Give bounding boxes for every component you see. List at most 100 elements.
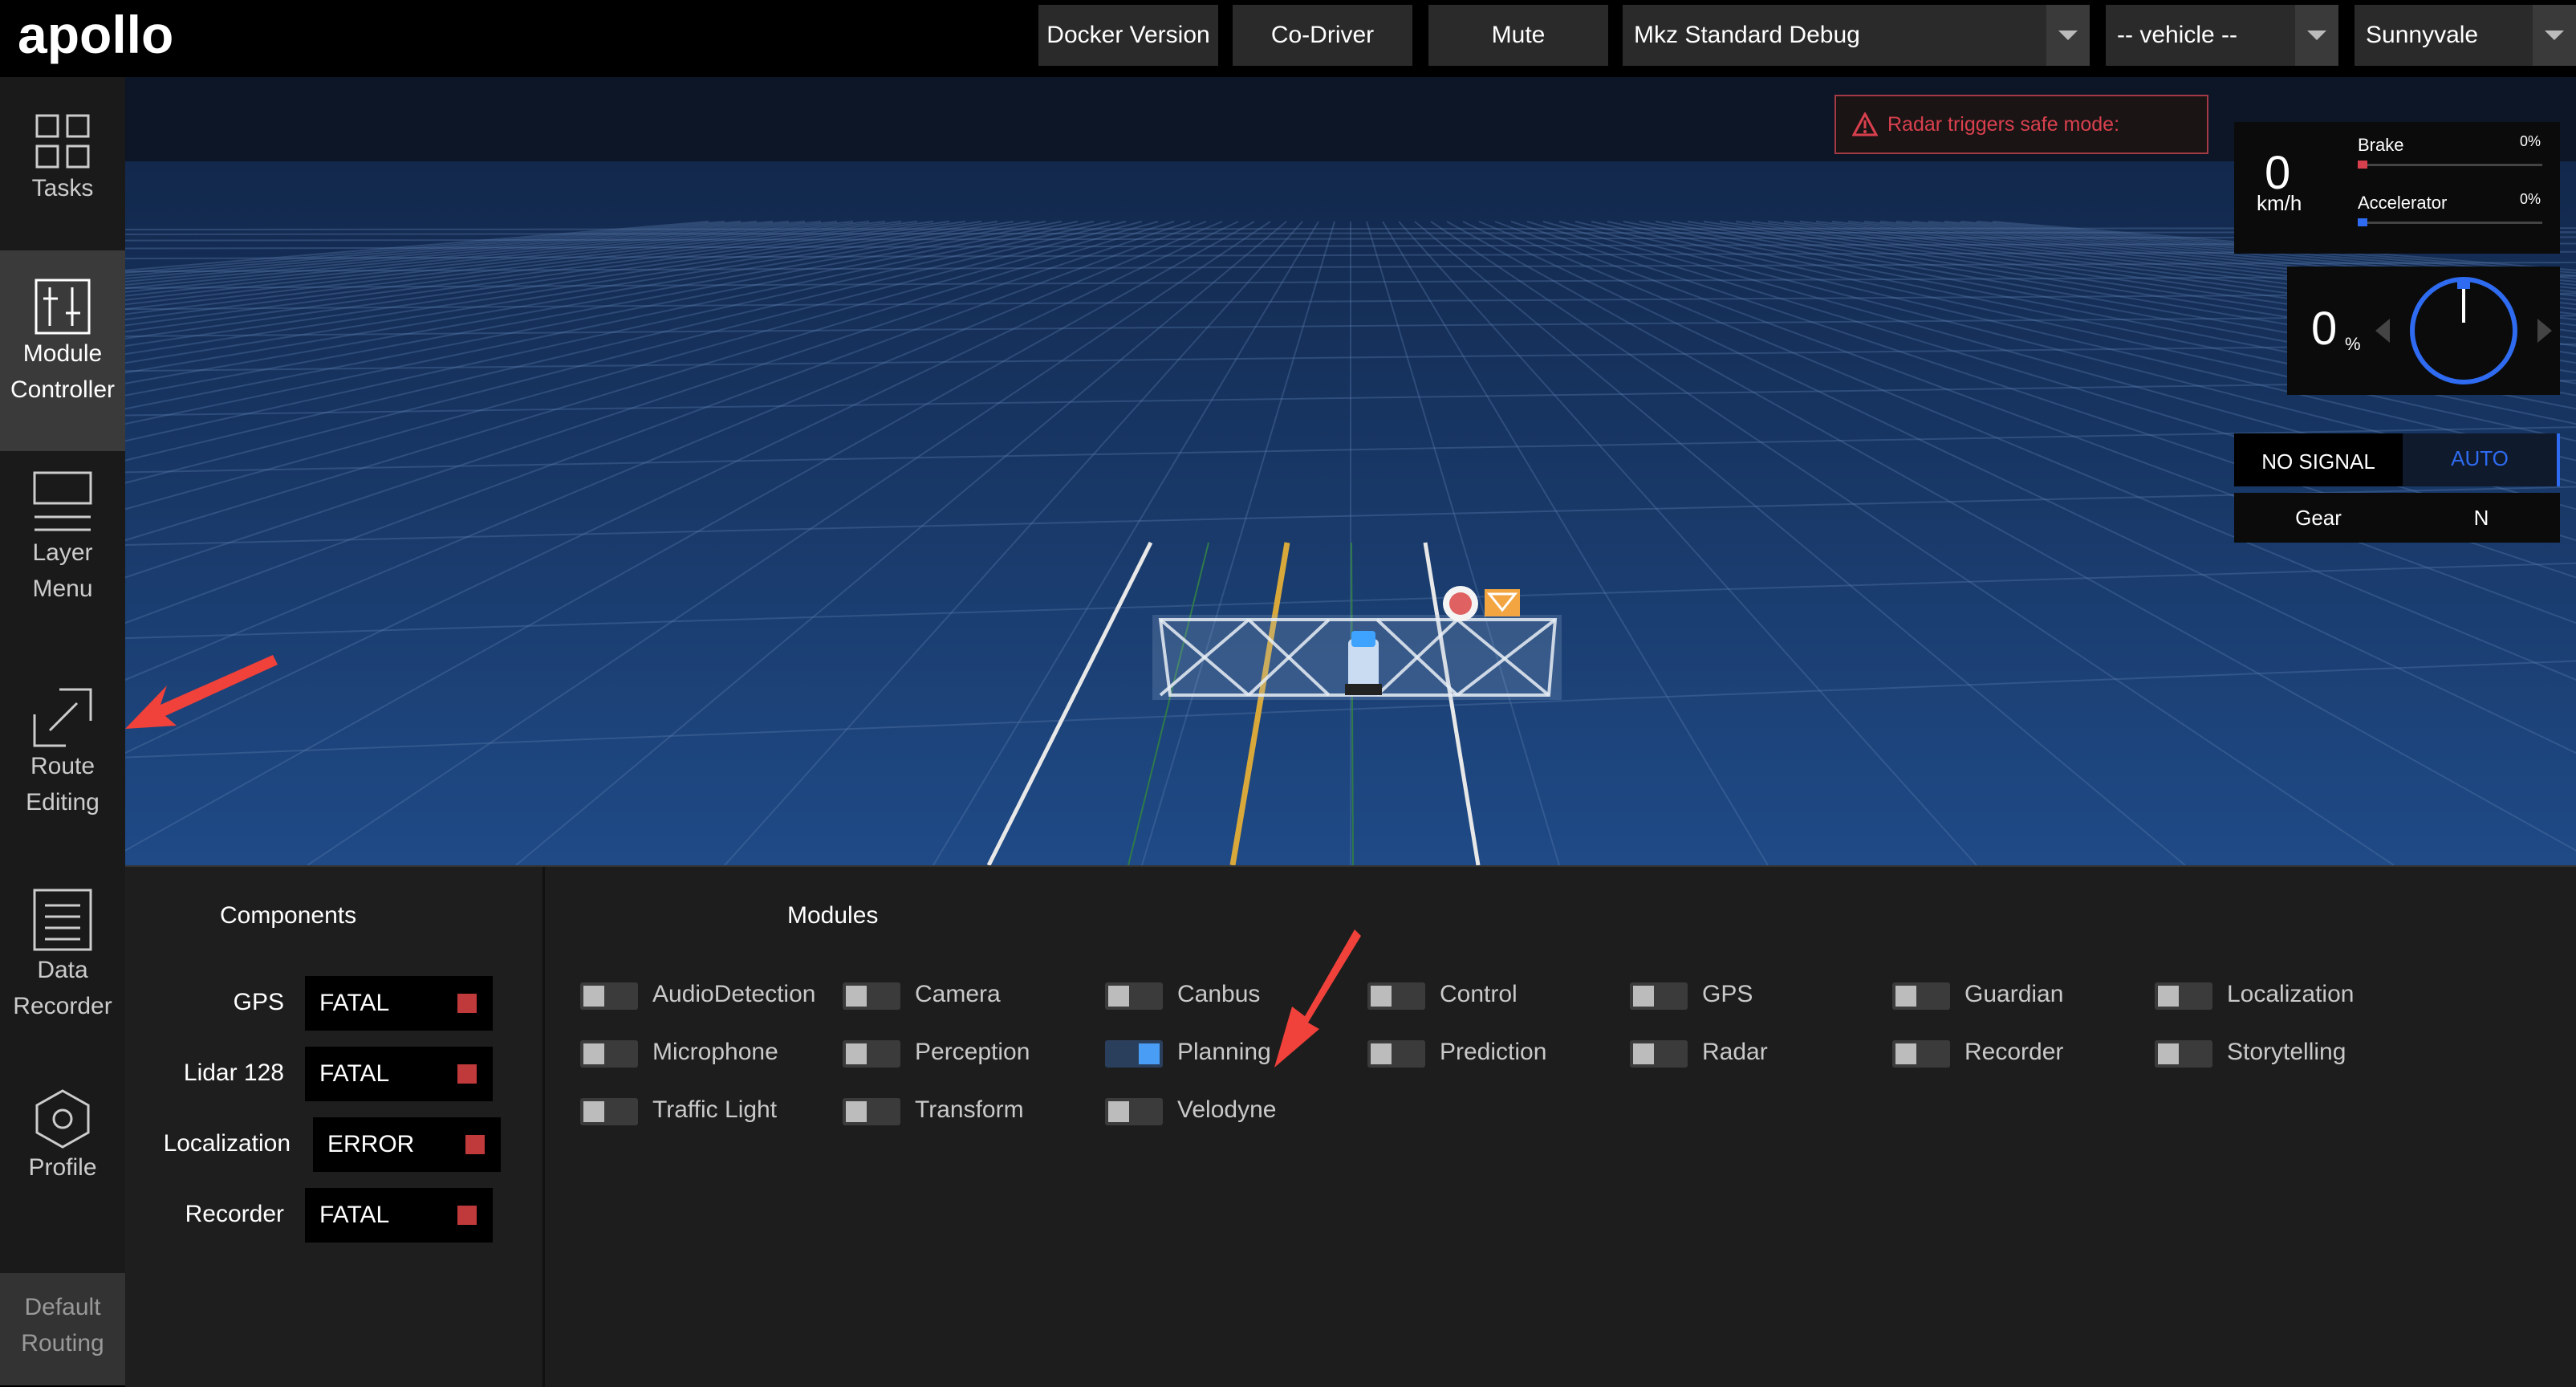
- toggle-knob: [583, 986, 604, 1007]
- module-toggle[interactable]: [2155, 982, 2212, 1010]
- module-toggle[interactable]: [1630, 1040, 1688, 1068]
- component-status-text: FATAL: [319, 1202, 390, 1228]
- mute-button[interactable]: Mute: [1428, 5, 1608, 66]
- component-name: Recorder: [185, 1201, 284, 1227]
- chevron-down-icon[interactable]: [2295, 5, 2338, 66]
- sidebar-item-label: Route: [30, 753, 95, 779]
- signal-panel: NO SIGNAL AUTO: [2234, 433, 2560, 486]
- status-indicator: [457, 994, 477, 1013]
- yield-sign-icon: [1485, 589, 1520, 616]
- chevron-down-icon[interactable]: [2533, 5, 2576, 66]
- module-label: Storytelling: [2227, 1039, 2346, 1065]
- sidebar-item-label: Data: [37, 957, 88, 983]
- module-toggle[interactable]: [843, 982, 900, 1010]
- module-toggle[interactable]: [580, 1040, 638, 1068]
- brake-label: Brake: [2358, 135, 2404, 155]
- annotation-arrow: [125, 655, 278, 729]
- top-bar: apollo Docker Version Co-Driver Mute Mkz…: [0, 0, 2576, 77]
- component-name: GPS: [233, 989, 284, 1015]
- status-indicator: [457, 1064, 477, 1084]
- vehicle-icon: [1345, 631, 1382, 695]
- module-toggle[interactable]: [1105, 1040, 1163, 1068]
- sidebar-item-module-controller[interactable]: Module Controller: [0, 250, 125, 451]
- module-toggle[interactable]: [1630, 982, 1688, 1010]
- mode-select[interactable]: Mkz Standard Debug: [1623, 5, 2090, 66]
- stop-sign-icon: [1443, 586, 1478, 621]
- safe-mode-warning: Radar triggers safe mode:: [1834, 95, 2208, 154]
- accelerator-label: Accelerator: [2358, 193, 2448, 213]
- sidebar-item-label: Tasks: [31, 175, 94, 201]
- module-label: Recorder: [1965, 1039, 2064, 1065]
- gear-panel: Gear N: [2234, 493, 2560, 543]
- module-toggle[interactable]: [1105, 982, 1163, 1010]
- status-indicator: [457, 1206, 477, 1225]
- module-label: Velodyne: [1177, 1096, 1277, 1123]
- module-label: Guardian: [1965, 981, 2064, 1007]
- module-label: GPS: [1702, 981, 1753, 1007]
- components-panel: Components GPS FATAL Lidar 128 FATAL Loc…: [125, 867, 545, 1387]
- map-select[interactable]: Sunnyvale: [2355, 5, 2576, 66]
- module-toggle[interactable]: [843, 1098, 900, 1125]
- default-routing-label: Routing: [21, 1330, 104, 1356]
- brake-bar: [2358, 164, 2542, 166]
- status-indicator: [465, 1135, 485, 1154]
- sidebar-item-route-editing[interactable]: Route Editing: [0, 687, 125, 880]
- sidebar-item-tasks[interactable]: Tasks: [0, 77, 125, 250]
- chevron-down-icon[interactable]: [2046, 5, 2090, 66]
- toggle-knob: [846, 1101, 867, 1122]
- module-label: Prediction: [1440, 1039, 1547, 1065]
- sidebar-item-profile[interactable]: Profile: [0, 1088, 125, 1249]
- sidebar-item-label: Profile: [28, 1154, 97, 1181]
- toggle-knob: [2158, 986, 2179, 1007]
- default-routing-button[interactable]: Default Routing: [0, 1273, 125, 1385]
- toggle-knob: [1139, 1043, 1160, 1064]
- module-toggle[interactable]: [1892, 1040, 1950, 1068]
- sidebar-item-label: Layer: [32, 539, 93, 566]
- steering-panel: 0 %: [2287, 266, 2560, 395]
- toggle-knob: [1895, 986, 1916, 1007]
- docker-version-button[interactable]: Docker Version: [1038, 5, 1218, 66]
- document-icon: [33, 889, 92, 951]
- apollo-logo: apollo: [18, 8, 173, 64]
- toggle-knob: [583, 1101, 604, 1122]
- module-toggle[interactable]: [580, 1098, 638, 1125]
- module-label: Radar: [1702, 1039, 1768, 1065]
- sidebar-item-layer-menu[interactable]: Layer Menu: [0, 470, 125, 663]
- accelerator-bar: [2358, 222, 2542, 224]
- grid-icon: [35, 114, 90, 169]
- accelerator-fill: [2358, 218, 2367, 226]
- signal-status: NO SIGNAL: [2234, 433, 2403, 486]
- module-toggle[interactable]: [2155, 1040, 2212, 1068]
- hexagon-icon: [35, 1089, 90, 1149]
- module-toggle[interactable]: [1105, 1098, 1163, 1125]
- vehicle-select[interactable]: -- vehicle --: [2106, 5, 2338, 66]
- component-status-text: ERROR: [327, 1131, 415, 1157]
- component-status: FATAL: [305, 976, 493, 1031]
- vehicle-select-value: -- vehicle --: [2117, 22, 2238, 48]
- accelerator-value: 0%: [2520, 191, 2541, 207]
- module-toggle[interactable]: [580, 982, 638, 1010]
- steering-wheel-icon: [2375, 277, 2552, 384]
- module-label: Control: [1440, 981, 1518, 1007]
- gear-value: N: [2473, 506, 2489, 530]
- 3d-scene-view[interactable]: Radar triggers safe mode: 0 km/h Brake 0…: [125, 77, 2576, 865]
- module-toggle[interactable]: [843, 1040, 900, 1068]
- scene-canvas[interactable]: [125, 77, 2576, 865]
- co-driver-button[interactable]: Co-Driver: [1233, 5, 1412, 66]
- sidebar-item-label: Controller: [10, 376, 116, 403]
- map-select-value: Sunnyvale: [2366, 22, 2479, 48]
- component-name: Localization: [163, 1130, 291, 1157]
- module-label: Perception: [915, 1039, 1030, 1065]
- toggle-knob: [2158, 1043, 2179, 1064]
- sidebar-item-label: Module: [22, 340, 103, 367]
- sidebar-item-data-recorder[interactable]: Data Recorder: [0, 888, 125, 1080]
- module-label: Transform: [915, 1096, 1024, 1123]
- toggle-knob: [1895, 1043, 1916, 1064]
- module-toggle[interactable]: [1892, 982, 1950, 1010]
- toggle-knob: [1633, 1043, 1654, 1064]
- toggle-knob: [846, 1043, 867, 1064]
- steering-value: 0: [2311, 303, 2338, 355]
- sidebar: Tasks Module Controller Layer Menu Route…: [0, 77, 125, 1385]
- toggle-knob: [1108, 986, 1129, 1007]
- module-label: AudioDetection: [652, 981, 816, 1007]
